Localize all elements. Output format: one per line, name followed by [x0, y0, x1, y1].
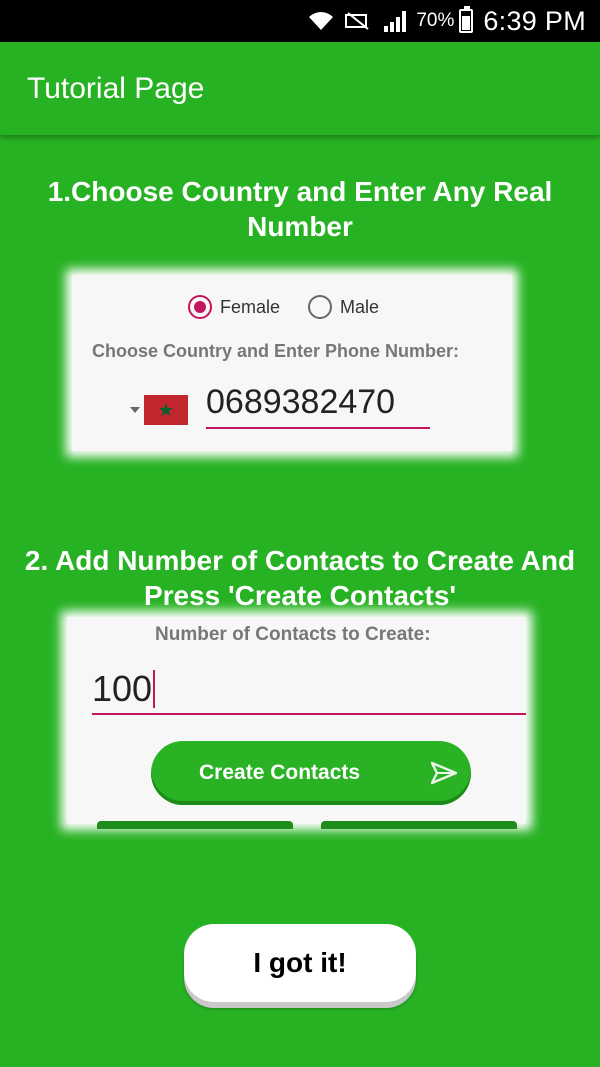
female-label: Female: [220, 296, 281, 317]
step2-title: 2. Add Number of Contacts to Create And …: [0, 543, 600, 613]
create-contacts-button[interactable]: Create Contacts: [151, 741, 471, 805]
morocco-flag-icon[interactable]: ★: [144, 395, 188, 425]
step2-title-text: 2. Add Number of Contacts to Create And …: [24, 545, 576, 611]
male-label: Male: [340, 296, 380, 317]
create-contacts-label: Create Contacts: [199, 761, 361, 784]
page-title: Tutorial Page: [27, 71, 205, 105]
got-it-label: I got it!: [253, 947, 347, 978]
step1-screenshot: Female Male Choose Country and Enter Pho…: [72, 275, 512, 451]
text-caret: [153, 670, 156, 708]
signal-icon: [384, 10, 408, 32]
app-bar: Tutorial Page: [0, 42, 600, 135]
wifi-icon: [308, 10, 334, 32]
no-sim-icon: [344, 11, 374, 31]
got-it-button[interactable]: I got it!: [184, 924, 416, 1002]
send-icon: [430, 761, 458, 791]
contacts-count-field[interactable]: 100: [92, 665, 526, 715]
phone-number-field[interactable]: 0689382470: [206, 383, 430, 429]
clock: 6:39 PM: [483, 5, 586, 36]
step1-title-text: 1.Choose Country and Enter Any Real Numb…: [47, 176, 553, 242]
step2-screenshot: Number of Contacts to Create: 100 Create…: [67, 617, 526, 829]
battery-percentage: 70%: [416, 10, 455, 31]
dropdown-arrow-icon[interactable]: [130, 407, 140, 413]
battery-icon: [459, 6, 474, 33]
contacts-count-value: 100: [92, 668, 153, 709]
gender-radio-group: Female Male: [188, 295, 407, 319]
country-phone-row: ★ 0689382470: [130, 383, 430, 429]
female-radio[interactable]: [188, 295, 212, 319]
cropped-buttons: [97, 821, 517, 829]
male-radio[interactable]: [308, 295, 333, 319]
step1-title: 1.Choose Country and Enter Any Real Numb…: [0, 174, 600, 244]
status-bar: 70% 6:39 PM: [0, 0, 600, 42]
phone-hint: Choose Country and Enter Phone Number:: [92, 341, 460, 361]
contacts-count-label: Number of Contacts to Create:: [155, 624, 431, 645]
